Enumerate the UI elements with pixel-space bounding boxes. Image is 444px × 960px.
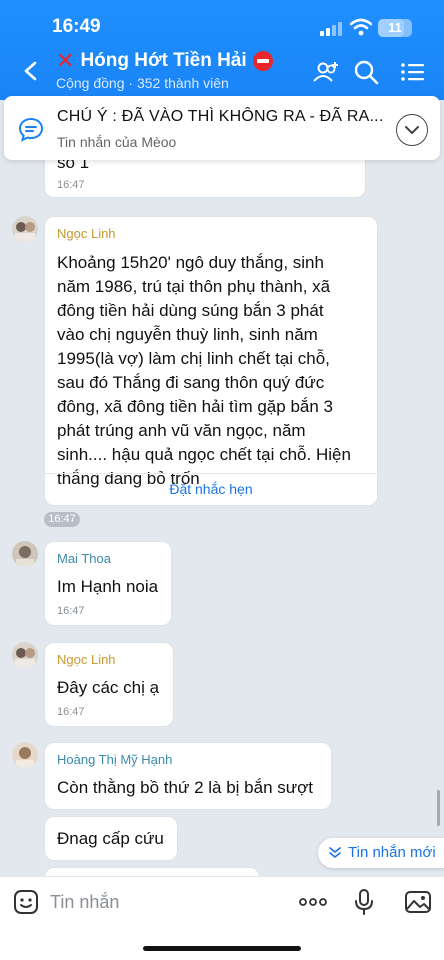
no-entry-icon xyxy=(252,51,273,71)
message-line: phát trúng anh vũ văn ngọc, năm xyxy=(57,421,306,440)
battery-level: 11 xyxy=(388,20,402,35)
avatar[interactable] xyxy=(12,541,38,567)
group-subtitle: Cộng đồng · 352 thành viên xyxy=(56,75,229,91)
message-line: Khoảng 15h20' ngô duy thắng, sinh xyxy=(57,253,324,272)
sender-name: Mai Thoa xyxy=(57,551,111,566)
message-text: Đnag cấp cứu xyxy=(57,829,164,848)
menu-icon[interactable] xyxy=(399,58,427,86)
signal-icon xyxy=(320,22,342,36)
message-time: 16:47 xyxy=(57,179,85,191)
pinned-subtitle: Tin nhắn của Mèoo xyxy=(57,134,177,150)
message-line: đông tiền hải dùng súng bắn 3 phát xyxy=(57,301,324,320)
status-bar: 16:49 11 xyxy=(0,14,444,42)
message-line: vào chị nguyễn thuỳ linh, sinh năm xyxy=(57,325,318,344)
home-indicator xyxy=(143,946,301,951)
message-line: 1995(là vợ) làm chị linh chết tại chỗ, xyxy=(57,349,330,368)
status-time: 16:49 xyxy=(52,16,101,37)
message-bubble[interactable]: Ngọc Linh Đây các chị ạ 16:47 xyxy=(44,642,174,727)
expand-pinned-button[interactable] xyxy=(396,114,428,146)
message-bubble[interactable]: Ngọc Linh Khoảng 15h20' ngô duy thắng, s… xyxy=(44,216,378,506)
message-line: sau đó Thắng đi sang thôn quý đức xyxy=(57,373,325,392)
message-bubble[interactable]: Đnag cấp cứu xyxy=(44,816,178,861)
message-text: Còn thằng bồ thứ 2 là bị bắn sượt xyxy=(57,778,314,797)
sender-name: Hoàng Thị Mỹ Hạnh xyxy=(57,752,173,767)
message-time: 16:47 xyxy=(57,605,85,617)
microphone-icon[interactable] xyxy=(350,888,378,916)
message-line: sinh.... hậu quả ngọc chết tại chỗ. Hiện xyxy=(57,445,351,464)
message-text: Khoảng 15h20' ngô duy thắng, sinh năm 19… xyxy=(57,251,375,491)
avatar[interactable] xyxy=(12,642,38,668)
message-text: Đây các chị ạ xyxy=(57,678,160,697)
sender-name: Ngọc Linh xyxy=(57,226,116,241)
cross-mark-icon: ✕ xyxy=(56,48,75,73)
double-chevron-down-icon xyxy=(329,847,341,858)
message-bubble[interactable]: Mai Thoa Im Hạnh noia 16:47 xyxy=(44,541,172,626)
group-title-block[interactable]: ✕ Hóng Hớt Tiền Hải Cộng đồng · 352 thàn… xyxy=(56,50,273,91)
battery-icon: 11 xyxy=(378,19,412,37)
new-messages-button[interactable]: Tin nhắn mới xyxy=(318,838,444,868)
group-name: Hóng Hớt Tiền Hải xyxy=(80,50,247,71)
new-messages-label: Tin nhắn mới xyxy=(348,844,436,861)
scrollbar-thumb[interactable] xyxy=(437,790,440,826)
sticker-icon[interactable] xyxy=(12,888,40,916)
message-line: đông, xã đông tiền hải tìm gặp bắn 3 xyxy=(57,397,333,416)
add-member-icon[interactable] xyxy=(312,58,340,86)
wifi-icon xyxy=(350,18,372,36)
message-time: 16:47 xyxy=(57,706,85,718)
message-bubble[interactable]: Hoàng Thị Mỹ Hạnh Còn thằng bồ thứ 2 là … xyxy=(44,742,332,810)
back-arrow-icon[interactable] xyxy=(20,60,42,82)
pinned-title: CHÚ Ý : ĐÃ VÀO THÌ KHÔNG RA - ĐÃ RA... xyxy=(57,108,384,125)
avatar[interactable] xyxy=(12,742,38,768)
divider xyxy=(45,473,377,474)
message-text: Im Hạnh noia xyxy=(57,577,159,596)
message-input[interactable] xyxy=(50,888,290,916)
more-icon[interactable] xyxy=(298,888,328,916)
set-reminder-link[interactable]: Đặt nhắc hẹn xyxy=(45,481,377,497)
avatar[interactable] xyxy=(12,216,38,242)
chat-header: 16:49 11 ✕ Hóng Hớt Tiền Hải Cộng đồng ·… xyxy=(0,0,444,100)
message-line: năm 1986, trú tại thôn phụ thành, xã xyxy=(57,277,331,296)
image-icon[interactable] xyxy=(404,888,432,916)
chat-bubble-icon xyxy=(18,117,44,142)
pinned-message[interactable]: CHÚ Ý : ĐÃ VÀO THÌ KHÔNG RA - ĐÃ RA... T… xyxy=(4,96,440,160)
search-icon[interactable] xyxy=(352,58,380,86)
sender-name: Ngọc Linh xyxy=(57,652,116,667)
chevron-down-icon xyxy=(405,126,419,134)
message-time-chip: 16:47 xyxy=(44,512,80,527)
